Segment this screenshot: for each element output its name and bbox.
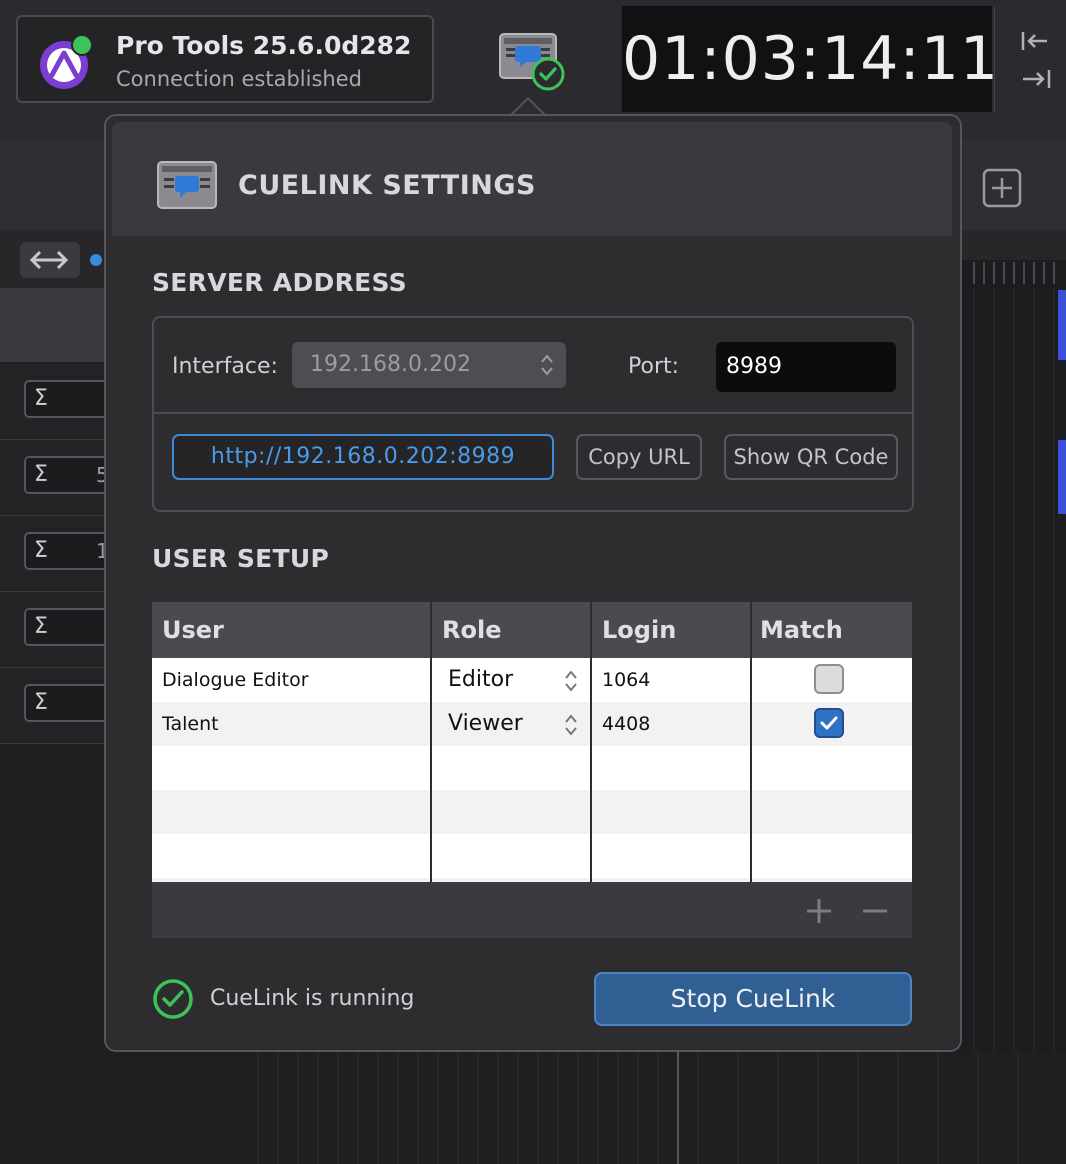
copy-url-button[interactable]: Copy URL [576, 434, 702, 480]
connection-status-box[interactable]: Pro Tools 25.6.0d282 Connection establis… [16, 15, 434, 103]
cuelink-toggle-icon[interactable] [498, 32, 566, 92]
sigma-label: Σ [34, 538, 48, 563]
select-stepper-icon [565, 714, 577, 736]
track-header [0, 288, 104, 362]
sigma-label: Σ [34, 614, 48, 639]
indicator-dot [90, 254, 102, 266]
server-address-panel: Interface: 192.168.0.202 Port: 8989 http… [152, 316, 914, 512]
server-address-heading: SERVER ADDRESS [152, 268, 407, 297]
stop-cuelink-button[interactable]: Stop CueLink [594, 972, 912, 1026]
role-select[interactable]: Editor [438, 658, 590, 702]
login-cell[interactable]: 1064 [592, 658, 750, 702]
cuelink-icon [157, 161, 217, 209]
horizontal-arrows-icon [29, 250, 69, 270]
cuelink-status-text: CueLink is running [210, 986, 415, 1011]
match-filters-checkbox[interactable] [814, 664, 844, 694]
table-row[interactable]: Dialogue Editor Editor 1064 [152, 658, 912, 702]
interface-value: 192.168.0.202 [310, 352, 471, 377]
empty-row [152, 746, 912, 790]
login-cell[interactable]: 4408 [592, 702, 750, 746]
connection-status-text: Connection established [116, 67, 362, 91]
column-divider [750, 602, 752, 882]
remove-user-icon[interactable] [860, 896, 890, 926]
track-row: Σ [0, 364, 114, 440]
column-divider [430, 602, 432, 882]
cuelink-settings-popover: CUELINK SETTINGS SERVER ADDRESS Interfac… [104, 114, 962, 1052]
track-row: Σ [0, 592, 114, 668]
server-url-link[interactable]: http://192.168.0.202:8989 [172, 434, 554, 480]
column-header-user[interactable]: User [152, 602, 430, 658]
nav-buttons [994, 6, 1066, 112]
match-filters-checkbox[interactable] [814, 708, 844, 738]
timeline-ruler [962, 260, 1066, 1164]
sigma-label: Σ [34, 462, 48, 487]
timeline-grid [250, 1052, 1066, 1164]
role-value: Viewer [448, 711, 523, 736]
timecode-display[interactable]: 01:03:14:11 [622, 6, 1000, 112]
user-name-cell[interactable]: Dialogue Editor [152, 658, 430, 702]
port-label: Port: [628, 354, 680, 379]
sigma-label: Σ [34, 386, 48, 411]
table-row[interactable]: Talent Viewer 4408 [152, 702, 912, 746]
running-check-icon [153, 979, 193, 1019]
sum-field[interactable]: Σ [24, 684, 114, 722]
divider [154, 412, 912, 414]
port-input[interactable]: 8989 [716, 342, 896, 392]
go-to-end-icon[interactable] [1019, 66, 1053, 92]
table-body: Dialogue Editor Editor 1064 Talent Viewe… [152, 658, 912, 882]
sigma-label: Σ [34, 690, 48, 715]
popover-header: CUELINK SETTINGS [112, 122, 952, 236]
checkmark-icon [820, 716, 838, 730]
popover-title: CUELINK SETTINGS [238, 170, 536, 201]
track-row: Σ [0, 668, 114, 744]
user-setup-heading: USER SETUP [152, 544, 330, 573]
go-to-start-icon[interactable] [1019, 28, 1053, 54]
show-qr-code-button[interactable]: Show QR Code [724, 434, 898, 480]
column-header-role[interactable]: Role [432, 602, 590, 658]
user-name-cell[interactable]: Talent [152, 702, 430, 746]
add-user-icon[interactable] [804, 896, 834, 926]
empty-row [152, 834, 912, 878]
pro-tools-logo-icon [40, 35, 92, 89]
interface-select[interactable]: 192.168.0.202 [292, 342, 566, 388]
app-title: Pro Tools 25.6.0d282 [116, 31, 412, 60]
sum-field[interactable]: Σ5 [24, 456, 114, 494]
sum-field[interactable]: Σ1 [24, 532, 114, 570]
track-row: Σ1 [0, 516, 114, 592]
column-header-match-filters[interactable]: Match Filters [752, 602, 912, 700]
sum-field[interactable]: Σ [24, 608, 114, 646]
select-stepper-icon [541, 354, 553, 376]
role-select[interactable]: Viewer [438, 702, 590, 746]
column-divider [590, 602, 592, 882]
empty-row [152, 790, 912, 834]
role-value: Editor [448, 667, 514, 692]
add-track-icon[interactable] [982, 168, 1022, 208]
zoom-toggle-button[interactable] [20, 242, 80, 278]
table-footer [152, 882, 912, 938]
table-header: User Role Login Match Filters [152, 602, 912, 700]
select-stepper-icon [565, 670, 577, 692]
track-row: Σ5 [0, 440, 114, 516]
timecode-value: 01:03:14:11 [622, 24, 1000, 94]
interface-label: Interface: [172, 354, 278, 379]
sum-field[interactable]: Σ [24, 380, 114, 418]
column-header-login[interactable]: Login [592, 602, 750, 658]
user-table: User Role Login Match Filters Dialogue E… [152, 602, 912, 938]
